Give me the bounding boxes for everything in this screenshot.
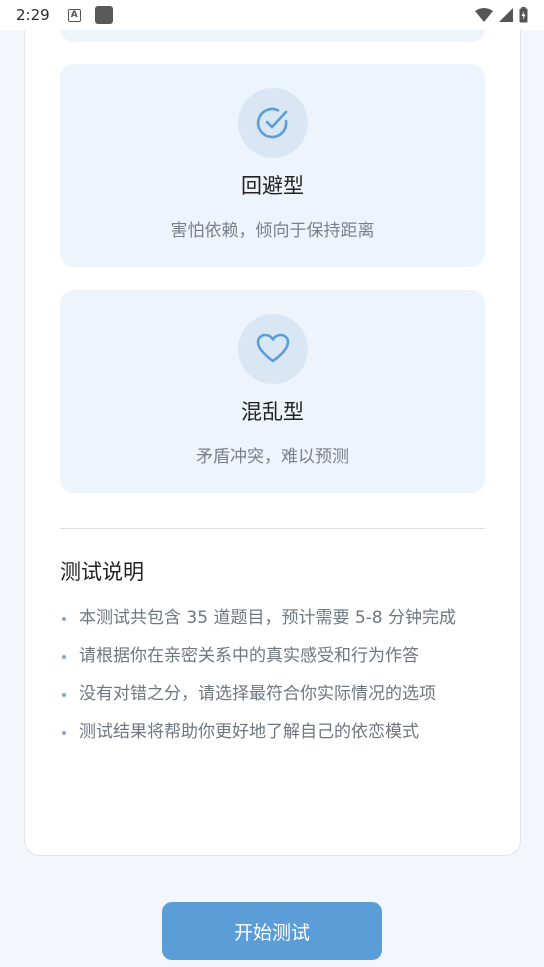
type-title: 回避型 [241,174,304,198]
notification-icon [94,6,113,24]
type-description: 害怕依赖，倾向于保持距离 [170,221,375,241]
bullet-icon [62,655,66,659]
instructions-title: 测试说明 [60,560,144,584]
list-item-text: 本测试共包含 35 道题目，预计需要 5-8 分钟完成 [79,608,457,628]
list-item-text: 测试结果将帮助你更好地了解自己的依恋模式 [79,722,419,742]
list-item-text: 没有对错之分，请选择最符合你实际情况的选项 [79,684,436,704]
status-icons [475,7,528,23]
list-item: 请根据你在亲密关系中的真实感受和行为作答 [60,642,490,671]
type-description: 矛盾冲突，难以预测 [196,447,349,467]
heart-icon [256,333,289,363]
type-icon-circle [237,314,308,384]
wifi-icon [475,8,493,22]
check-circle-icon [256,107,287,139]
signal-icon [499,8,513,22]
list-item: 没有对错之分，请选择最符合你实际情况的选项 [60,680,490,709]
type-icon-circle [237,88,308,158]
list-item: 本测试共包含 35 道题目，预计需要 5-8 分钟完成 [60,604,490,633]
instructions-list: 本测试共包含 35 道题目，预计需要 5-8 分钟完成 请根据你在亲密关系中的真… [60,604,490,756]
battery-icon [519,7,528,23]
status-time: 2:29 [16,6,50,24]
type-card-avoidant: 回避型 害怕依赖，倾向于保持距离 [60,64,485,267]
accessibility-badge-icon: A [67,8,81,22]
type-title: 混乱型 [241,400,304,424]
type-card-disorganized: 混乱型 矛盾冲突，难以预测 [60,290,485,493]
start-test-button[interactable]: 开始测试 [162,902,382,960]
list-item-text: 请根据你在亲密关系中的真实感受和行为作答 [79,646,419,666]
bullet-icon [62,617,66,621]
list-item: 测试结果将帮助你更好地了解自己的依恋模式 [60,718,490,747]
bullet-icon [62,731,66,735]
bullet-icon [62,693,66,697]
status-bar: 2:29 A [0,0,544,30]
divider [60,528,485,529]
